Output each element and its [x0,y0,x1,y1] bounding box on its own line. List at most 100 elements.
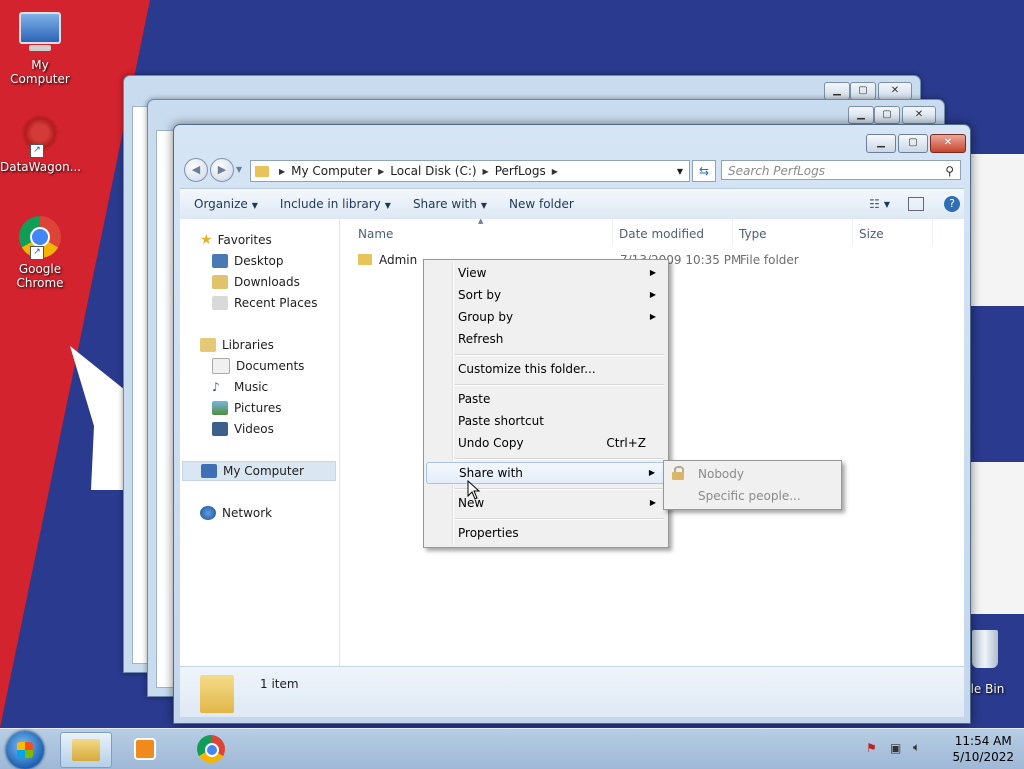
clock[interactable]: 11:54 AM 5/10/2022 [952,733,1014,765]
menu-separator [455,518,664,520]
desktop-icon [212,254,228,268]
nav-network[interactable]: Network [200,503,272,523]
menu-item-sort-by[interactable]: Sort by ▶ [426,284,666,306]
menu-item-view[interactable]: View ▶ [426,262,666,284]
chrome-icon [197,735,225,763]
menu-item-customize-folder[interactable]: Customize this folder... [426,358,666,380]
search-input[interactable]: Search PerfLogs ⚲ [721,160,961,180]
mouse-cursor-icon [467,480,481,500]
minimize-button[interactable]: ▁ [866,134,896,153]
menu-item-properties[interactable]: Properties [426,522,666,544]
breadcrumb-item[interactable]: Local Disk (C:) [390,164,476,178]
views-icon[interactable]: ☷ [869,197,880,211]
breadcrumb-chevron-icon[interactable]: ▶ [279,167,285,176]
nav-downloads[interactable]: Downloads [212,272,300,292]
desktop-icon-label: cle Bin [964,682,1005,696]
details-pane: 1 item [180,666,964,717]
address-bar[interactable]: ▶ My Computer ▶ Local Disk (C:) ▶ PerfLo… [250,160,690,182]
volume-icon[interactable]: 🔈︎ [913,740,920,755]
menu-separator [455,354,664,356]
column-header-size[interactable]: Size [859,227,884,241]
desktop-icon-label: DataWagon... [0,160,82,174]
clock-time: 11:54 AM [954,734,1012,748]
submenu-arrow-icon: ▶ [649,290,656,299]
file-name: Admin [379,253,418,267]
desktop-icon-google-chrome[interactable]: ↗ Google Chrome [0,216,80,290]
file-type: File folder [740,253,799,267]
menu-item-paste[interactable]: Paste [426,388,666,410]
taskbar-media-player-button[interactable] [120,732,170,766]
preview-pane-icon[interactable] [908,197,924,211]
recent-pages-dropdown[interactable]: ▼ [236,165,242,174]
menu-separator [455,488,664,490]
taskbar-chrome-button[interactable] [186,732,236,766]
nav-libraries[interactable]: Libraries [200,335,274,355]
new-folder-button[interactable]: New folder [509,197,574,211]
folder-icon [200,675,234,713]
maximize-button[interactable]: ▢ [850,82,876,100]
nav-music[interactable]: ♪ Music [212,377,268,397]
clock-date: 5/10/2022 [952,750,1014,764]
sort-indicator-icon: ▲ [478,217,484,225]
pictures-icon [212,401,228,415]
start-button[interactable] [6,731,44,769]
nav-pictures[interactable]: Pictures [212,398,282,418]
menu-item-nobody[interactable]: Nobody [666,463,839,485]
menu-item-specific-people[interactable]: Specific people... [666,485,839,507]
menu-item-undo-copy[interactable]: Undo Copy Ctrl+Z [426,432,666,454]
action-center-flag-icon[interactable]: ⚑ [866,741,877,755]
minimize-button[interactable]: ▁ [824,82,850,100]
address-dropdown-icon[interactable]: ▼ [677,167,683,176]
submenu-arrow-icon: ▶ [648,468,655,477]
breadcrumb-item[interactable]: PerfLogs [495,164,546,178]
desktop-icon-recycle-bin[interactable]: cle Bin [964,630,1024,696]
nav-videos[interactable]: Videos [212,419,274,439]
maximize-button[interactable]: ▢ [874,106,900,124]
close-button[interactable]: ✕ [902,106,936,124]
film-icon [212,422,228,436]
nav-documents[interactable]: Documents [212,356,304,376]
folder-icon [72,739,100,761]
navigation-pane: ★ Favorites Desktop Downloads Recent Pla… [180,219,340,667]
network-status-icon[interactable]: ▣ [890,741,901,755]
column-header-type[interactable]: Type [739,227,767,241]
maximize-button[interactable]: ▢ [898,134,928,153]
breadcrumb-chevron-icon[interactable]: ▶ [552,167,558,176]
breadcrumb-chevron-icon[interactable]: ▶ [483,167,489,176]
share-with-submenu: Nobody Specific people... [663,460,842,510]
shortcut-arrow-icon: ↗ [30,246,44,260]
breadcrumb-chevron-icon[interactable]: ▶ [378,167,384,176]
menu-item-refresh[interactable]: Refresh [426,328,666,350]
menu-item-group-by[interactable]: Group by ▶ [426,306,666,328]
star-icon: ★ [200,232,213,248]
menu-item-share-with[interactable]: Share with ▶ [426,462,666,484]
organize-button[interactable]: Organize ▼ [194,197,258,211]
breadcrumb-item[interactable]: My Computer [291,164,372,178]
share-with-button[interactable]: Share with ▼ [413,197,487,211]
taskbar-explorer-button[interactable] [60,732,112,768]
close-button[interactable]: ✕ [878,82,912,100]
forward-button[interactable]: ▶ [210,158,234,182]
back-button[interactable]: ◀ [184,158,208,182]
shortcut-hint: Ctrl+Z [606,436,646,450]
menu-item-new[interactable]: New ▶ [426,492,666,514]
column-header-date-modified[interactable]: Date modified [619,227,704,241]
desktop-icon-my-computer[interactable]: My Computer [0,8,80,86]
refresh-button[interactable]: ⇆ [692,160,716,182]
network-globe-icon [200,506,216,520]
nav-desktop[interactable]: Desktop [212,251,284,271]
search-icon[interactable]: ⚲ [945,161,954,181]
views-dropdown-icon[interactable]: ▼ [884,200,890,209]
close-button[interactable]: ✕ [930,134,966,153]
minimize-button[interactable]: ▁ [848,106,874,124]
menu-item-paste-shortcut[interactable]: Paste shortcut [426,410,666,432]
nav-my-computer[interactable]: My Computer [182,461,336,481]
desktop-icon-datawagon[interactable]: ↗ DataWagon... [0,112,82,174]
column-header-name[interactable]: Name [358,227,393,241]
include-in-library-button[interactable]: Include in library ▼ [280,197,391,211]
help-icon[interactable]: ? [944,196,960,212]
folder-icon [358,254,372,265]
nav-recent-places[interactable]: Recent Places [212,293,317,313]
folder-icon [255,165,269,177]
nav-favorites[interactable]: ★ Favorites [200,230,272,250]
